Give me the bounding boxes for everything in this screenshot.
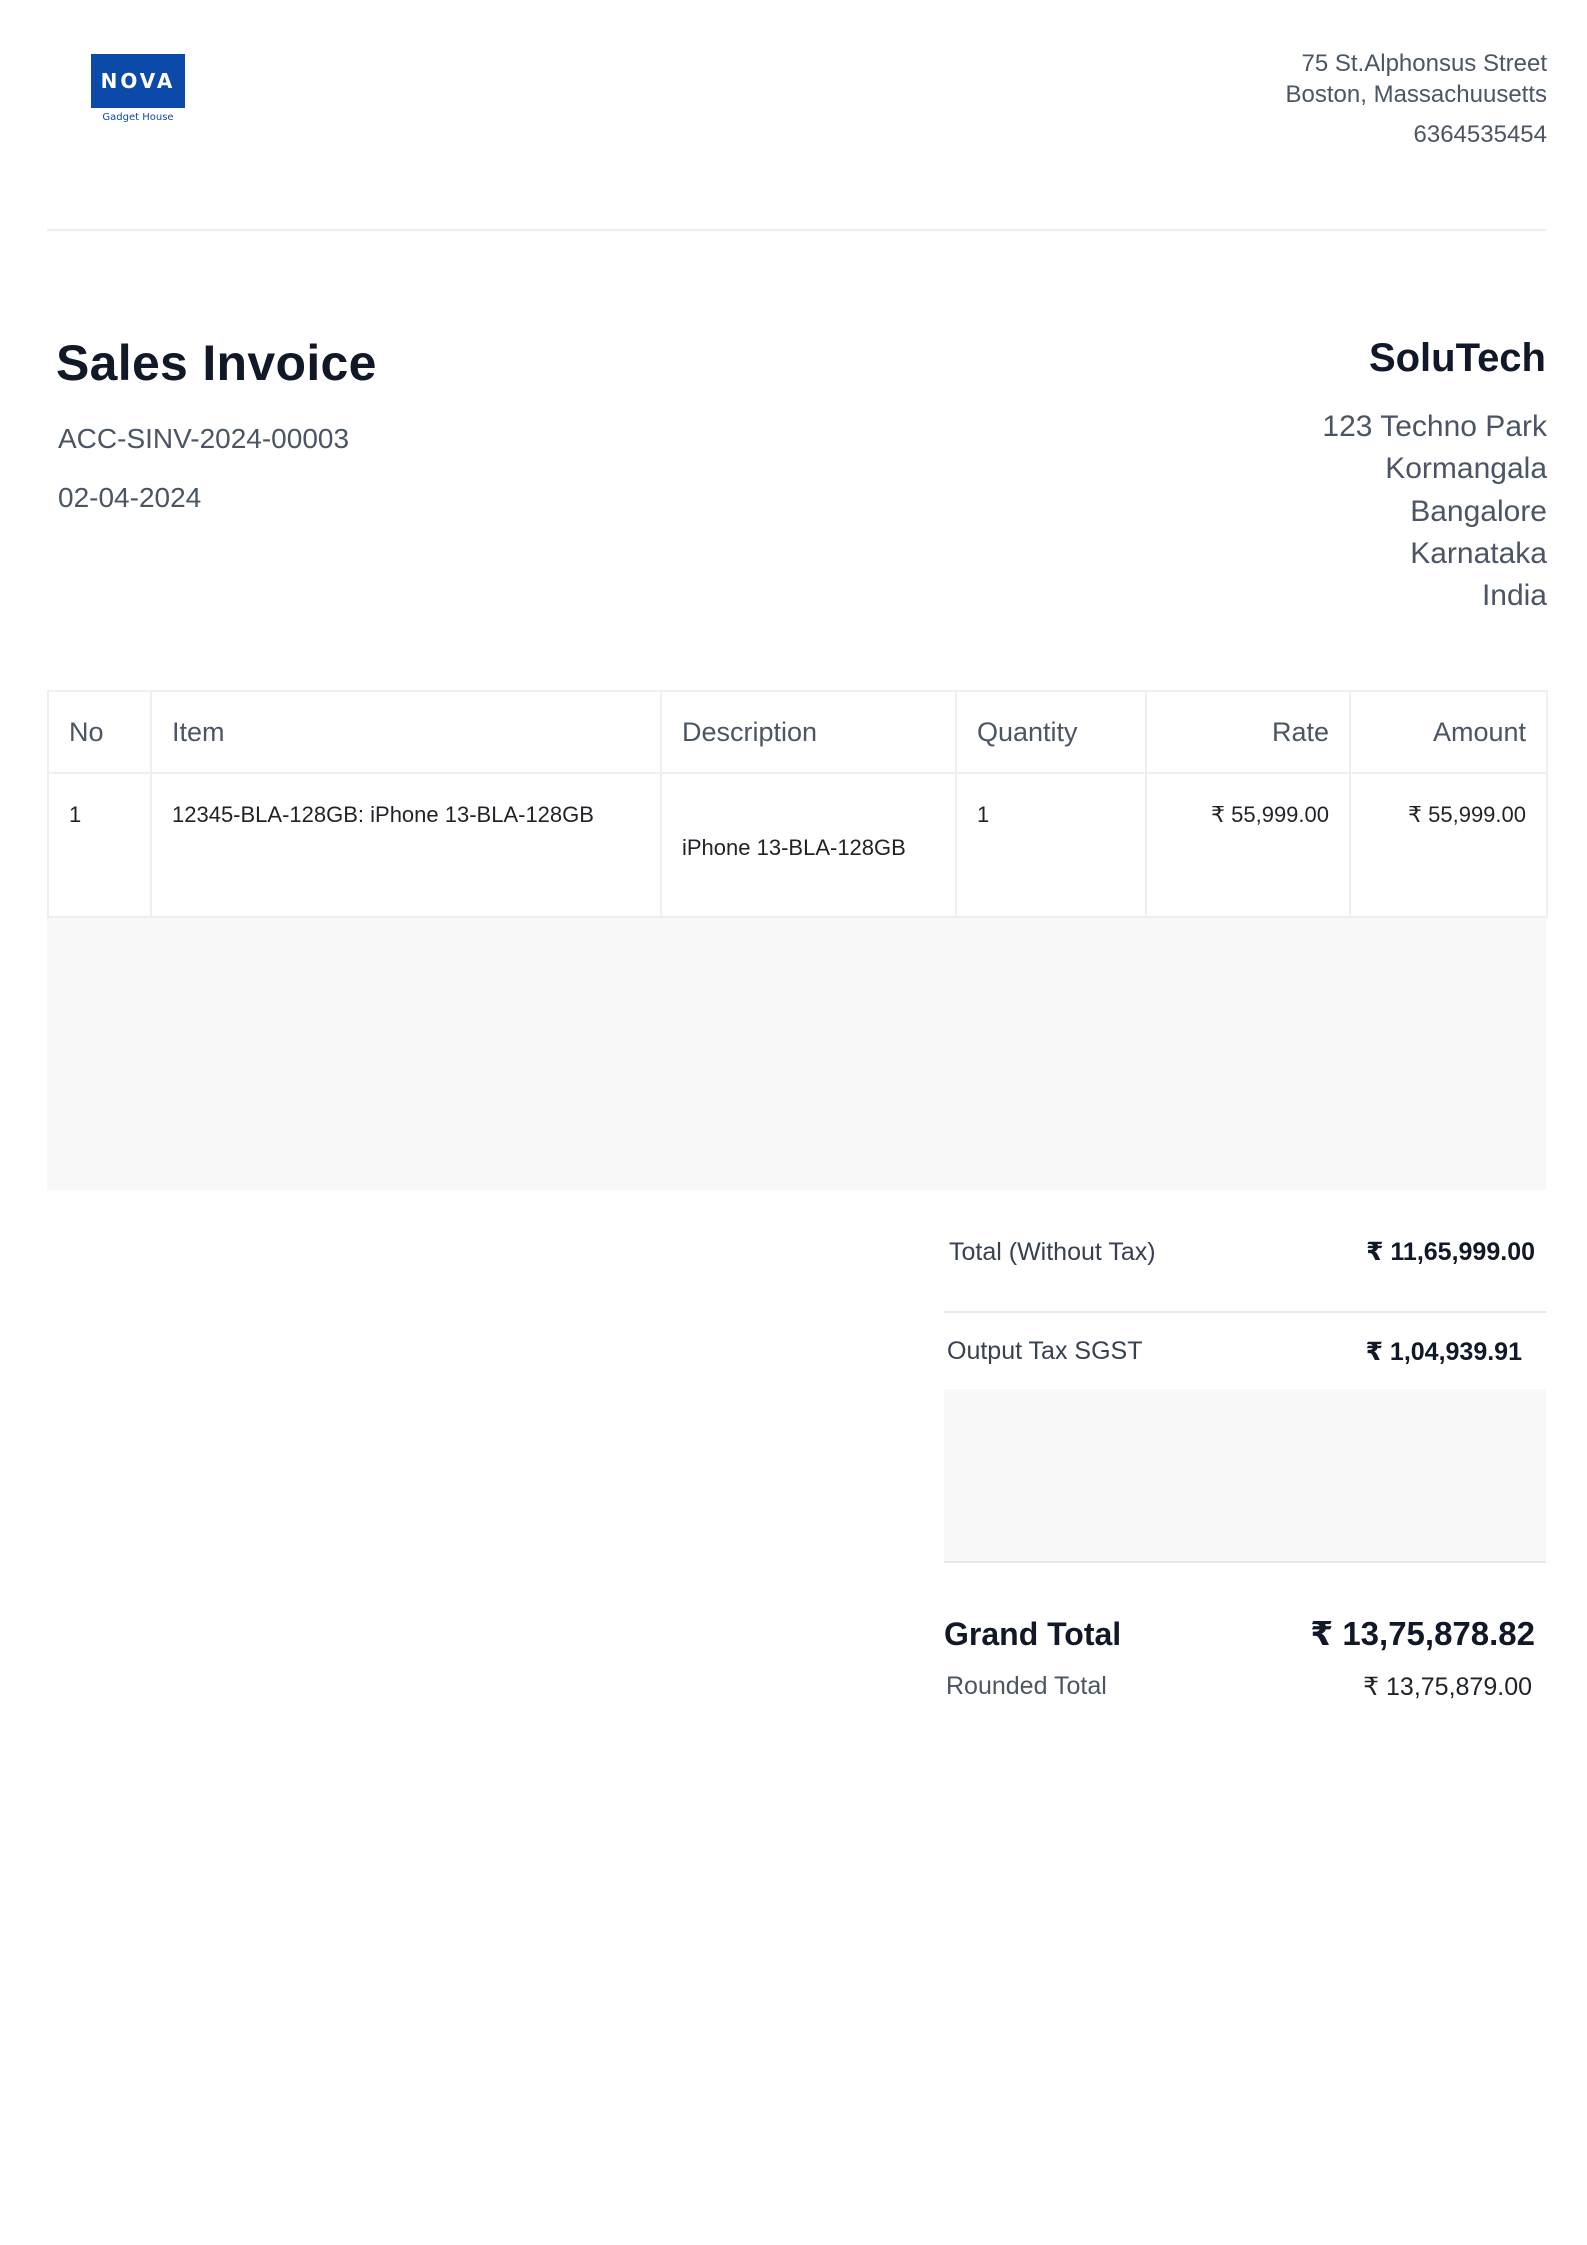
tax-row: Output Tax SGST ₹ 1,04,939.91: [944, 1313, 1546, 1389]
company-address-line-2: Boston, Massachuusetts: [1285, 81, 1547, 108]
invoice-number: ACC-SINV-2024-00003: [58, 423, 350, 454]
page-title: Sales Invoice: [56, 335, 377, 391]
customer-address-line: 123 Techno Park: [1322, 410, 1547, 443]
logo-tagline: Gadget House: [102, 112, 174, 123]
tax-section: Output Tax SGST ₹ 1,04,939.91: [944, 1313, 1546, 1563]
grand-total-label: Grand Total: [944, 1616, 1122, 1652]
company-logo: NOVA Gadget House: [91, 54, 185, 134]
cell-no: 1: [47, 772, 152, 918]
column-header-item: Item: [150, 690, 662, 774]
customer-address-line: Bangalore: [1410, 494, 1547, 528]
company-address-line-1: 75 St.Alphonsus Street: [1301, 50, 1547, 77]
company-address: 75 St.Alphonsus Street Boston, Massachuu…: [1286, 48, 1547, 110]
total-without-tax-label: Total (Without Tax): [949, 1238, 1156, 1266]
company-phone: 6364535454: [1413, 121, 1547, 148]
header-divider: [47, 229, 1546, 231]
cell-description: iPhone 13-BLA-128GB: [660, 772, 957, 918]
rounded-total-label: Rounded Total: [946, 1672, 1107, 1700]
customer-name: SoluTech: [1368, 336, 1546, 380]
column-header-no: No: [47, 690, 152, 774]
column-header-amount: Amount: [1349, 690, 1548, 774]
table-header-row: No Item Description Quantity Rate Amount: [47, 690, 1548, 774]
items-section: No Item Description Quantity Rate Amount…: [47, 690, 1548, 1190]
total-without-tax-value: ₹ 11,65,999.00: [1366, 1238, 1535, 1266]
rounded-total-value: ₹ 13,75,879.00: [1363, 1673, 1532, 1701]
table-row: 1 12345-BLA-128GB: iPhone 13-BLA-128GB i…: [47, 772, 1548, 918]
tax-divider: [944, 1561, 1546, 1563]
tax-label: Output Tax SGST: [947, 1337, 1143, 1365]
logo-wordmark: NOVA: [91, 54, 185, 108]
customer-address-line: Kormangala: [1385, 452, 1547, 486]
customer-address-line: India: [1481, 579, 1547, 613]
grand-total-value: ₹ 13,75,878.82: [1310, 1615, 1535, 1652]
cell-rate: ₹ 55,999.00: [1145, 772, 1351, 918]
customer-address: 123 Techno Park Kormangala Bangalore Kar…: [1322, 406, 1547, 617]
cell-amount: ₹ 55,999.00: [1349, 772, 1548, 918]
items-table: No Item Description Quantity Rate Amount…: [47, 690, 1548, 918]
column-header-rate: Rate: [1145, 690, 1351, 774]
column-header-quantity: Quantity: [955, 690, 1147, 774]
invoice-date: 02-04-2024: [58, 482, 202, 513]
cell-quantity: 1: [955, 772, 1147, 918]
column-header-description: Description: [660, 690, 957, 774]
customer-address-line: Karnataka: [1410, 536, 1547, 570]
cell-item: 12345-BLA-128GB: iPhone 13-BLA-128GB: [150, 772, 662, 918]
tax-value: ₹ 1,04,939.91: [1365, 1338, 1522, 1366]
